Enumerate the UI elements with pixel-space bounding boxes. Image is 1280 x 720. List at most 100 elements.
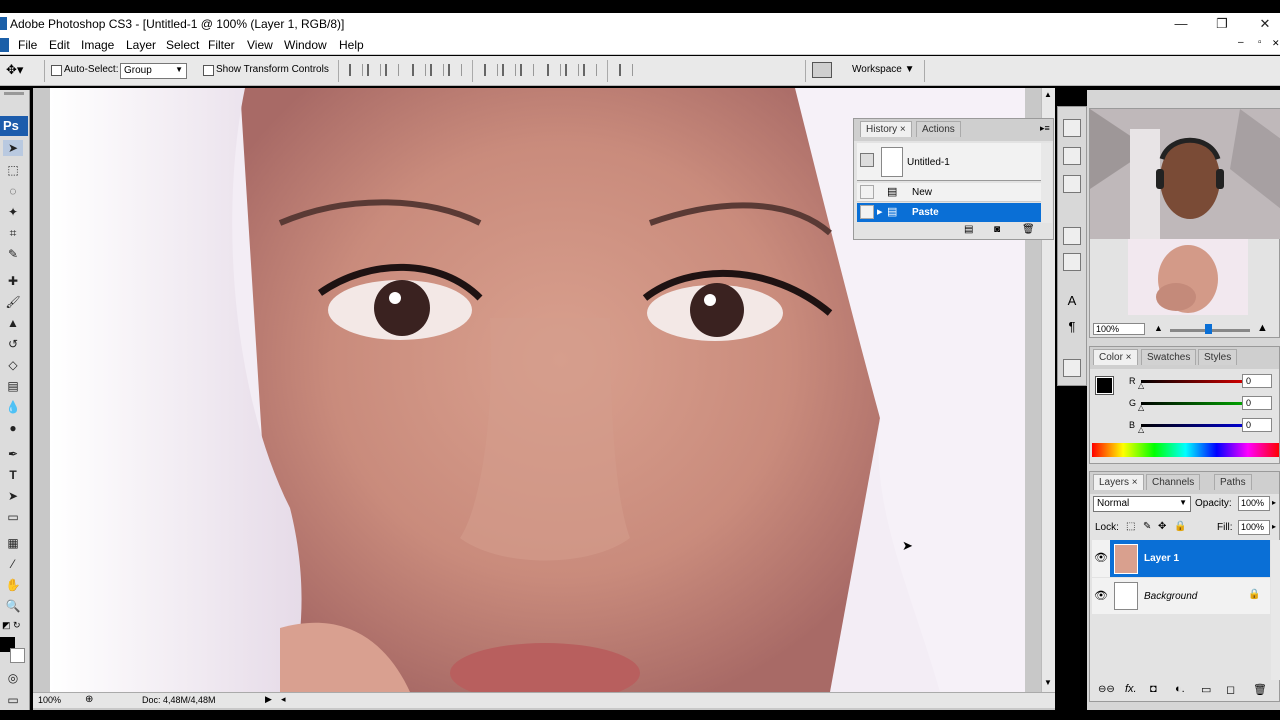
dodge-tool-icon[interactable]: ● — [3, 420, 23, 436]
actions-dock-icon[interactable] — [1063, 147, 1081, 165]
link-layers-icon[interactable]: ⊖⊖ — [1098, 684, 1115, 695]
new-document-from-state-icon[interactable]: ▤ — [964, 224, 973, 235]
tab-swatches[interactable]: Swatches — [1141, 349, 1197, 365]
snapshot-brush-icon[interactable] — [860, 153, 874, 167]
doc-minimize-button[interactable]: – — [1238, 37, 1244, 48]
toolbox-grip[interactable] — [4, 92, 24, 95]
auto-select-dropdown[interactable]: Group ▼ — [120, 63, 187, 79]
align-right-icon[interactable] — [448, 64, 462, 76]
lock-position-icon[interactable]: ✥ — [1158, 521, 1166, 532]
show-transform-checkbox[interactable] — [203, 65, 214, 76]
layer-row-layer-1[interactable]: 👁 Layer 1 — [1092, 540, 1270, 577]
slice-tool-icon[interactable]: ✎ — [3, 246, 23, 262]
shape-tool-icon[interactable]: ▭ — [3, 509, 23, 525]
doc-restore-button[interactable]: ▫ — [1258, 37, 1262, 48]
tab-paths[interactable]: Paths — [1214, 474, 1252, 490]
auto-align-icon[interactable] — [619, 64, 633, 76]
menu-view[interactable]: View — [247, 38, 273, 52]
close-button[interactable]: ✕ — [1252, 15, 1278, 33]
blue-value-field[interactable]: 0 — [1242, 418, 1272, 432]
align-top-icon[interactable] — [349, 64, 363, 76]
layer-name[interactable]: Layer 1 — [1144, 553, 1179, 564]
palette-well-icon[interactable] — [812, 62, 832, 78]
navigator-dock-icon[interactable] — [1063, 119, 1081, 137]
restore-button[interactable]: ❐ — [1209, 15, 1235, 33]
red-channel-slider[interactable] — [1141, 380, 1252, 383]
navigator-zoom-thumb[interactable] — [1205, 324, 1212, 334]
color-spectrum-bar[interactable] — [1092, 443, 1279, 457]
history-scrollbar[interactable] — [1041, 143, 1052, 223]
menu-help[interactable]: Help — [339, 38, 364, 52]
lock-pixels-icon[interactable]: ✎ — [1143, 521, 1151, 532]
red-slider-thumb-icon[interactable]: △ — [1138, 381, 1144, 390]
lock-transparency-icon[interactable]: ⬚ — [1126, 521, 1135, 532]
path-select-tool-icon[interactable]: ➤ — [3, 488, 23, 504]
adjustment-layer-icon[interactable]: ◐. — [1175, 683, 1185, 695]
navigator-zoom-field[interactable]: 100% — [1093, 323, 1145, 335]
brushes-dock-icon[interactable] — [1063, 175, 1081, 193]
foreground-color-swatch[interactable] — [1095, 376, 1114, 395]
paragraph-dock-icon[interactable]: ¶ — [1063, 319, 1081, 337]
move-tool-icon[interactable]: ➤ — [3, 140, 23, 156]
align-hcenter-icon[interactable] — [430, 64, 444, 76]
history-state-box[interactable] — [860, 205, 874, 219]
delete-layer-icon[interactable]: 🗑 — [1253, 683, 1267, 696]
marquee-tool-icon[interactable]: ⬚ — [3, 162, 23, 178]
zoom-out-icon[interactable]: ▲ — [1154, 323, 1163, 333]
distribute-top-icon[interactable] — [484, 64, 498, 76]
clone-source-dock-icon[interactable] — [1063, 227, 1081, 245]
new-snapshot-icon[interactable]: ◙ — [994, 224, 1000, 235]
green-value-field[interactable]: 0 — [1242, 396, 1272, 410]
layer-name[interactable]: Background — [1144, 591, 1197, 602]
history-brush-tool-icon[interactable]: ↺ — [3, 336, 23, 352]
blur-tool-icon[interactable]: 💧 — [3, 399, 23, 415]
distribute-left-icon[interactable] — [547, 64, 561, 76]
green-slider-thumb-icon[interactable]: △ — [1138, 403, 1144, 412]
opacity-arrow-icon[interactable]: ▸ — [1272, 498, 1276, 507]
crop-tool-icon[interactable]: ⌗ — [3, 225, 23, 241]
pen-tool-icon[interactable]: ✒ — [3, 446, 23, 462]
fill-arrow-icon[interactable]: ▸ — [1272, 522, 1276, 531]
fill-field[interactable]: 100% — [1238, 520, 1270, 535]
minimize-button[interactable]: — — [1168, 15, 1194, 33]
menu-select[interactable]: Select — [166, 38, 199, 52]
tab-styles[interactable]: Styles — [1198, 349, 1238, 365]
character-dock-icon[interactable]: A — [1063, 293, 1081, 311]
menu-image[interactable]: Image — [81, 38, 114, 52]
blue-channel-slider[interactable] — [1141, 424, 1252, 427]
history-state-box[interactable] — [860, 185, 874, 199]
type-tool-icon[interactable]: T — [3, 467, 23, 483]
scroll-down-icon[interactable]: ▼ — [1044, 678, 1052, 687]
quick-mask-icon[interactable]: ◎ — [3, 670, 23, 686]
auto-select-checkbox[interactable] — [51, 65, 62, 76]
doc-close-button[interactable]: ✕ — [1272, 38, 1280, 49]
align-bottom-icon[interactable] — [385, 64, 399, 76]
tab-actions[interactable]: Actions — [916, 121, 961, 137]
align-left-icon[interactable] — [412, 64, 426, 76]
background-color-swatch[interactable] — [10, 648, 25, 663]
menu-edit[interactable]: Edit — [49, 38, 70, 52]
gradient-tool-icon[interactable]: ▤ — [3, 378, 23, 394]
layer-style-icon[interactable]: fx. — [1125, 683, 1137, 695]
tool-presets-dock-icon[interactable] — [1063, 253, 1081, 271]
distribute-hcenter-icon[interactable] — [565, 64, 579, 76]
workspace-button[interactable]: Workspace ▼ — [852, 64, 915, 75]
align-vcenter-icon[interactable] — [367, 64, 381, 76]
layer-visibility-eye-icon[interactable]: 👁 — [1092, 578, 1110, 614]
blue-slider-thumb-icon[interactable]: △ — [1138, 425, 1144, 434]
eraser-tool-icon[interactable]: ◇ — [3, 357, 23, 373]
navigator-thumbnail[interactable] — [1128, 239, 1248, 315]
distribute-right-icon[interactable] — [583, 64, 597, 76]
healing-tool-icon[interactable]: ✚ — [3, 273, 23, 289]
hand-tool-icon[interactable]: ✋ — [3, 577, 23, 593]
distribute-vcenter-icon[interactable] — [502, 64, 516, 76]
status-info-icon[interactable]: ⊕ — [85, 694, 93, 705]
lock-all-icon[interactable]: 🔒 — [1174, 521, 1186, 532]
scroll-up-icon[interactable]: ▲ — [1044, 90, 1052, 99]
new-layer-icon[interactable]: ◻ — [1226, 683, 1235, 696]
tab-layers[interactable]: Layers × — [1093, 474, 1144, 490]
layer-mask-icon[interactable]: ◘ — [1150, 683, 1157, 695]
lasso-tool-icon[interactable]: ◌ — [3, 183, 23, 199]
trash-icon[interactable]: 🗑 — [1022, 224, 1035, 235]
green-channel-slider[interactable] — [1141, 402, 1252, 405]
